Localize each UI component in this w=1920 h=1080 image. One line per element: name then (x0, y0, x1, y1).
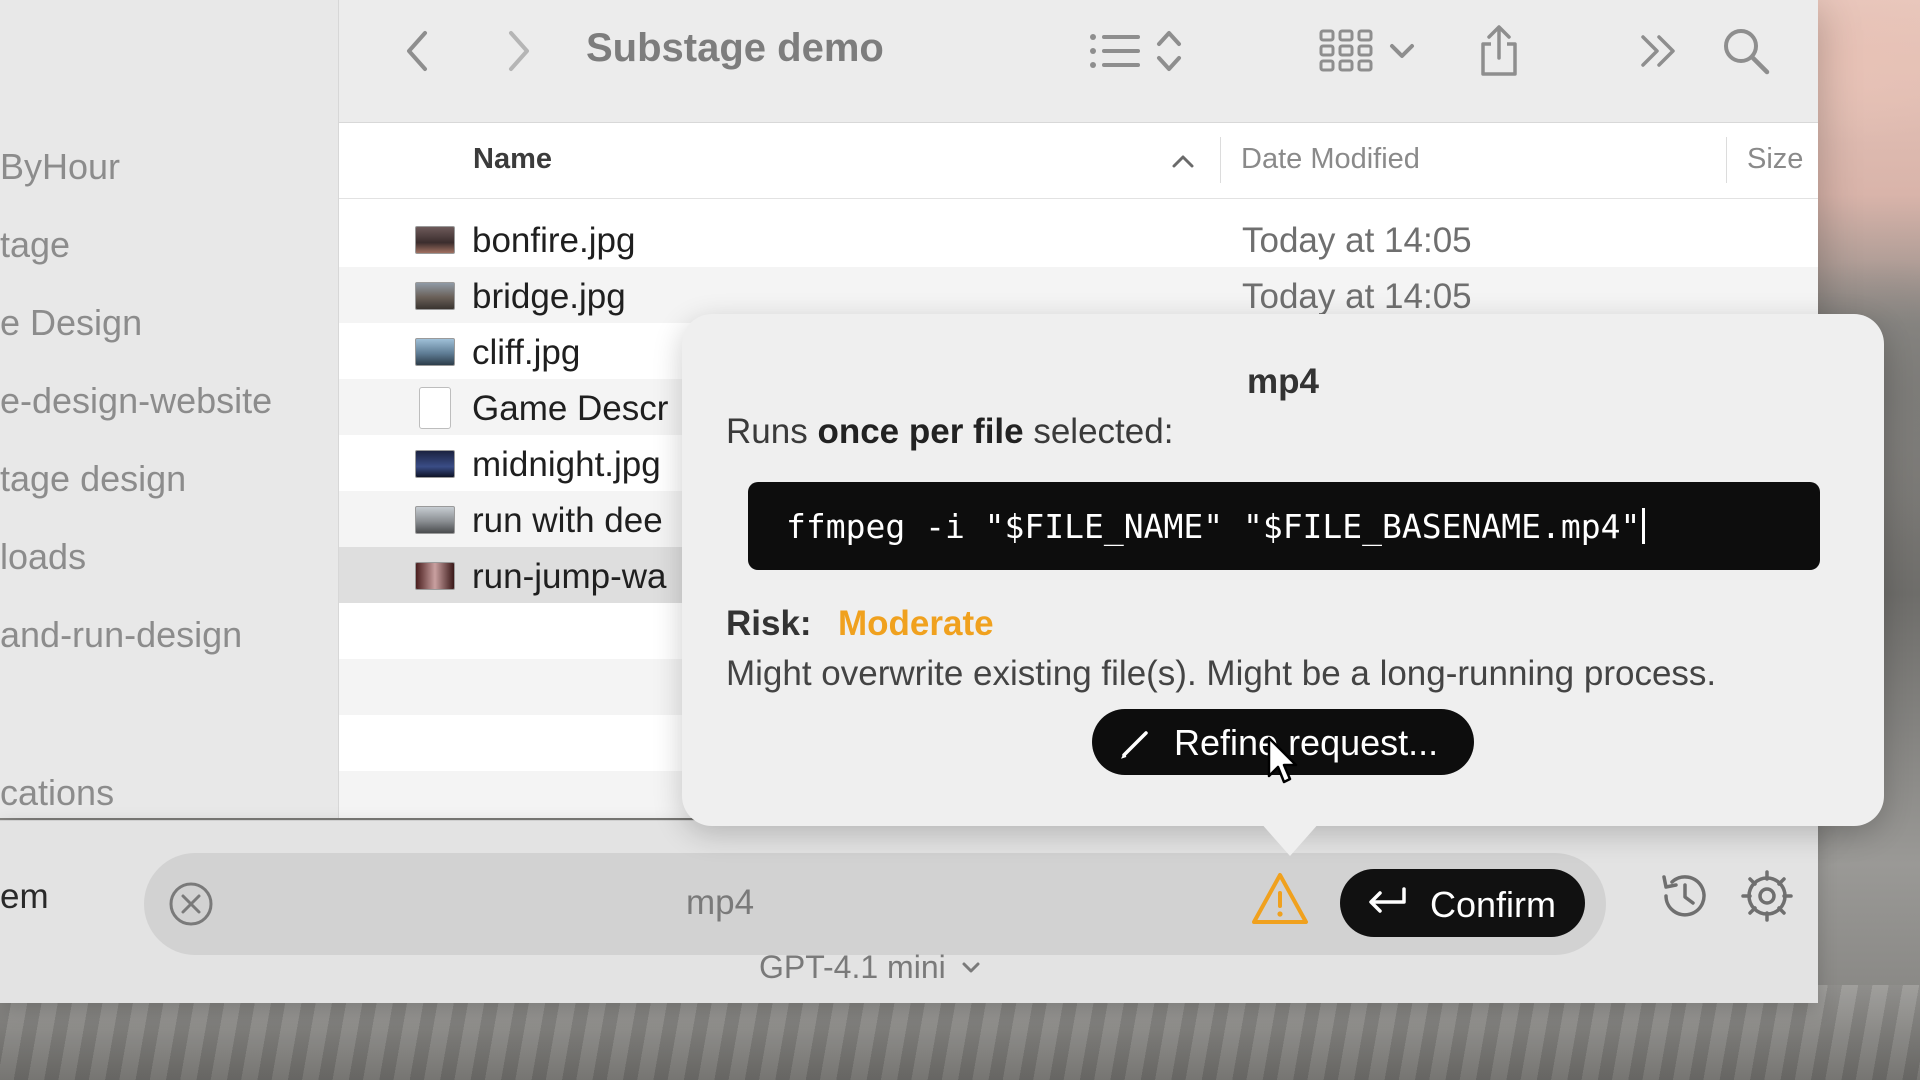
sidebar-item-applications[interactable]: cations (0, 772, 114, 814)
model-label: GPT-4.1 mini (759, 949, 946, 985)
image-thumbnail-icon (415, 338, 455, 366)
risk-label: Risk: (726, 604, 812, 643)
history-icon[interactable] (1658, 869, 1712, 923)
command-value: ffmpeg -i "$FILE_NAME" "$FILE_BASENAME.m… (786, 507, 1641, 546)
list-view-icon (1090, 34, 1140, 68)
confirm-label: Confirm (1430, 884, 1557, 925)
column-header-date-modified[interactable]: Date Modified (1241, 143, 1420, 176)
document-icon (419, 387, 451, 429)
forward-button[interactable] (499, 26, 539, 76)
clear-icon[interactable] (167, 880, 215, 928)
more-chevrons-icon (1641, 35, 1675, 67)
column-header-size[interactable]: Size (1747, 143, 1803, 176)
file-name: bridge.jpg (472, 277, 626, 316)
chevron-down-icon (962, 962, 980, 973)
sidebar-item-substage-design[interactable]: tage design (0, 458, 186, 500)
sidebar: ByHour tage e Design e-design-website ta… (0, 0, 339, 818)
list-view-button[interactable] (1081, 26, 1191, 76)
runs-prefix: Runs (726, 412, 818, 451)
file-date: Today at 14:05 (1242, 277, 1472, 316)
model-select[interactable]: GPT-4.1 mini (759, 949, 981, 986)
file-name: bonfire.jpg (472, 221, 636, 260)
sidebar-item-partial: em (0, 877, 49, 916)
window-title: Substage demo (586, 26, 884, 70)
file-date: Today at 14:05 (1242, 221, 1472, 260)
search-button[interactable] (1719, 26, 1773, 76)
forward-chevron-icon (509, 31, 529, 71)
settings-icon[interactable] (1740, 869, 1794, 923)
return-icon (1369, 887, 1406, 913)
warning-icon[interactable] (1251, 871, 1309, 927)
risk-description: Might overwrite existing file(s). Might … (726, 654, 1717, 693)
sort-ascending-icon[interactable] (1171, 153, 1195, 169)
file-name: midnight.jpg (472, 445, 661, 484)
grid-view-icon (1319, 29, 1373, 72)
text-caret (1642, 508, 1646, 544)
toolbar: Substage demo (339, 0, 1818, 123)
runs-emphasis: once per file (817, 412, 1024, 451)
risk-value: Moderate (838, 604, 994, 643)
column-header-name[interactable]: Name (473, 143, 552, 176)
command-text[interactable]: ffmpeg -i "$FILE_NAME" "$FILE_BASENAME.m… (786, 507, 1646, 546)
sort-icon (1157, 31, 1181, 71)
share-button[interactable] (1474, 25, 1524, 76)
image-thumbnail-icon (415, 226, 455, 254)
runs-description: Runs once per file selected: (726, 412, 1173, 452)
pencil-icon (1121, 731, 1148, 759)
share-icon (1481, 25, 1517, 76)
image-thumbnail-icon (415, 562, 455, 590)
column-header-row: Name Date Modified Size (339, 123, 1818, 199)
file-name: run with dee (472, 501, 663, 540)
file-name: run-jump-wa (472, 557, 667, 596)
refine-request-label: Refine request... (1174, 722, 1439, 763)
popover-arrow (1260, 822, 1320, 856)
sidebar-item-substage[interactable]: tage (0, 224, 70, 266)
column-separator[interactable] (1726, 137, 1727, 183)
image-thumbnail-icon (415, 506, 455, 534)
prompt-text[interactable]: mp4 (686, 883, 754, 923)
popover-title: mp4 (1247, 362, 1319, 401)
cursor-icon (1267, 736, 1298, 784)
runs-suffix: selected: (1023, 412, 1174, 451)
substage-bar: em mp4 Confirm GPT-4.1 mini (0, 820, 1818, 1003)
more-toolbar-button[interactable] (1634, 26, 1684, 76)
image-thumbnail-icon (415, 282, 455, 310)
back-chevron-icon (407, 31, 427, 71)
back-button[interactable] (397, 26, 437, 76)
file-name: cliff.jpg (472, 333, 581, 372)
sidebar-item-run-design[interactable]: and-run-design (0, 614, 242, 656)
sidebar-item-downloads[interactable]: loads (0, 536, 86, 578)
confirm-button[interactable]: Confirm (1340, 869, 1585, 937)
command-field[interactable]: ffmpeg -i "$FILE_NAME" "$FILE_BASENAME.m… (748, 482, 1820, 570)
sidebar-item-byhour[interactable]: ByHour (0, 146, 120, 188)
file-name: Game Descr (472, 389, 669, 428)
file-row[interactable]: bonfire.jpg Today at 14:05 (339, 211, 1818, 267)
column-separator[interactable] (1220, 137, 1221, 183)
chevron-down-icon (1390, 44, 1414, 58)
prompt-field[interactable]: mp4 Confirm (144, 853, 1606, 955)
grid-view-button[interactable] (1312, 26, 1422, 76)
sidebar-item-design-website[interactable]: e-design-website (0, 380, 272, 422)
sidebar-item-design[interactable]: e Design (0, 302, 142, 344)
image-thumbnail-icon (415, 450, 455, 478)
search-icon (1724, 29, 1770, 75)
